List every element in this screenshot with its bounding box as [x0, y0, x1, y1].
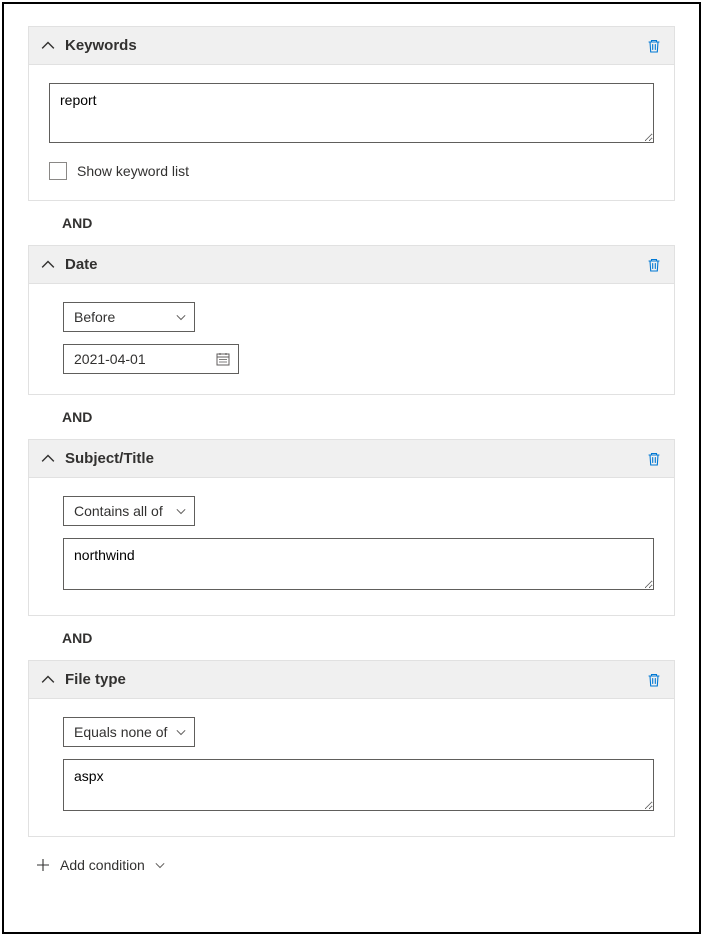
- filetype-operator-dropdown[interactable]: Equals none of: [63, 717, 195, 747]
- filetype-input[interactable]: [63, 759, 654, 811]
- add-condition-label: Add condition: [60, 857, 145, 873]
- filetype-title: File type: [65, 671, 646, 688]
- date-title: Date: [65, 256, 646, 273]
- subject-title-block: Subject/Title Contains all of: [28, 439, 675, 616]
- date-operator-value: Before: [74, 309, 115, 325]
- subject-operator-dropdown[interactable]: Contains all of: [63, 496, 195, 526]
- chevron-up-icon: [41, 258, 55, 272]
- subject-operator-value: Contains all of: [74, 503, 163, 519]
- chevron-up-icon: [41, 452, 55, 466]
- date-value: 2021-04-01: [74, 351, 146, 367]
- filetype-operator-value: Equals none of: [74, 724, 167, 740]
- date-block: Date Before 2021-04-01: [28, 245, 675, 395]
- trash-icon[interactable]: [646, 257, 662, 273]
- chevron-up-icon: [41, 673, 55, 687]
- date-header[interactable]: Date: [29, 246, 674, 284]
- subject-title-header[interactable]: Subject/Title: [29, 440, 674, 478]
- operator-and: AND: [28, 201, 675, 245]
- chevron-down-icon: [176, 727, 186, 737]
- chevron-down-icon: [155, 860, 165, 870]
- calendar-icon: [216, 352, 230, 366]
- subject-title-title: Subject/Title: [65, 450, 646, 467]
- date-operator-dropdown[interactable]: Before: [63, 302, 195, 332]
- operator-and: AND: [28, 395, 675, 439]
- keywords-header[interactable]: Keywords: [29, 27, 674, 65]
- filetype-block: File type Equals none of: [28, 660, 675, 837]
- chevron-up-icon: [41, 39, 55, 53]
- trash-icon[interactable]: [646, 451, 662, 467]
- show-keyword-list-label: Show keyword list: [77, 163, 189, 179]
- trash-icon[interactable]: [646, 38, 662, 54]
- show-keyword-list-checkbox[interactable]: [49, 162, 67, 180]
- filetype-header[interactable]: File type: [29, 661, 674, 699]
- add-condition-button[interactable]: Add condition: [28, 837, 675, 873]
- chevron-down-icon: [176, 506, 186, 516]
- subject-input[interactable]: [63, 538, 654, 590]
- date-value-input[interactable]: 2021-04-01: [63, 344, 239, 374]
- trash-icon[interactable]: [646, 672, 662, 688]
- operator-and: AND: [28, 616, 675, 660]
- plus-icon: [36, 858, 50, 872]
- keywords-title: Keywords: [65, 37, 646, 54]
- keywords-input[interactable]: [49, 83, 654, 143]
- chevron-down-icon: [176, 312, 186, 322]
- keywords-block: Keywords Show keyword list: [28, 26, 675, 201]
